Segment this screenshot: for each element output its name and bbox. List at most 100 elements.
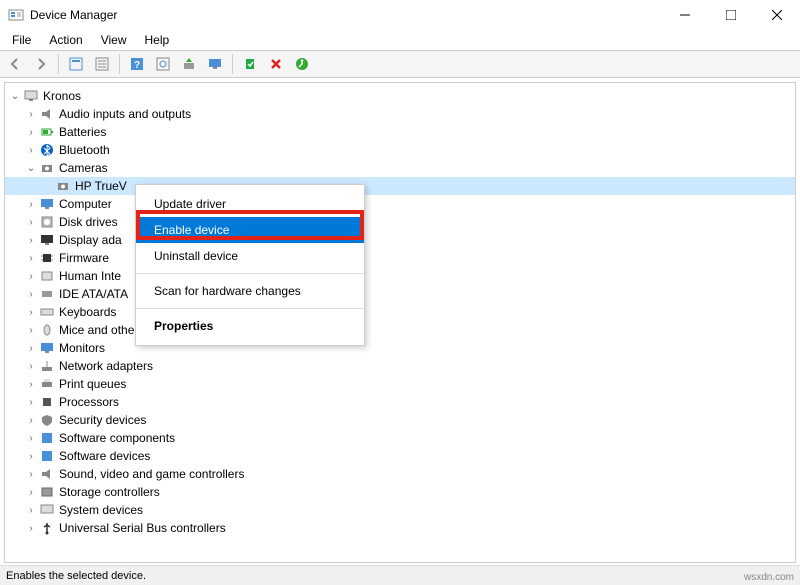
- context-menu-item[interactable]: Properties: [136, 313, 364, 339]
- tree-root-label: Kronos: [43, 89, 81, 103]
- back-button[interactable]: [4, 53, 26, 75]
- menu-action[interactable]: Action: [41, 31, 90, 49]
- tree-category[interactable]: › Software components: [5, 429, 795, 447]
- expand-icon[interactable]: ›: [25, 235, 37, 246]
- tree-category[interactable]: ›Computer: [5, 195, 795, 213]
- app-icon: [8, 7, 24, 23]
- menu-view[interactable]: View: [93, 31, 135, 49]
- tree-category[interactable]: ›Sound, video and game controllers: [5, 465, 795, 483]
- hid-icon: [39, 268, 55, 284]
- tree-category[interactable]: › Universal Serial Bus controllers: [5, 519, 795, 537]
- tree-root[interactable]: ⌄ Kronos: [5, 87, 795, 105]
- expand-icon[interactable]: ›: [25, 379, 37, 390]
- monitor-button[interactable]: [204, 53, 226, 75]
- tree-category[interactable]: ›Audio inputs and outputs: [5, 105, 795, 123]
- tree-category-label: System devices: [59, 503, 143, 517]
- tree-category[interactable]: ›IDE ATA/ATA: [5, 285, 795, 303]
- cpu-icon: [39, 394, 55, 410]
- tree-category[interactable]: ⌄Cameras: [5, 159, 795, 177]
- tree-category[interactable]: ›Print queues: [5, 375, 795, 393]
- expand-icon[interactable]: ›: [25, 469, 37, 480]
- tree-category-label: Human Inte: [59, 269, 121, 283]
- tree-category-label: Network adapters: [59, 359, 153, 373]
- expand-icon[interactable]: ›: [25, 271, 37, 282]
- menu-file[interactable]: File: [4, 31, 39, 49]
- device-tree[interactable]: ⌄ Kronos ›Audio inputs and outputs›Batte…: [4, 82, 796, 563]
- tree-category[interactable]: › Keyboards: [5, 303, 795, 321]
- tree-category-label: Storage controllers: [59, 485, 160, 499]
- ide-icon: [39, 286, 55, 302]
- show-hidden-button[interactable]: [65, 53, 87, 75]
- printer-icon: [39, 376, 55, 392]
- usb-icon: [39, 520, 55, 536]
- properties-button[interactable]: [91, 53, 113, 75]
- tree-category[interactable]: › Batteries: [5, 123, 795, 141]
- tree-category[interactable]: ›Software devices: [5, 447, 795, 465]
- tree-category-label: Firmware: [59, 251, 109, 265]
- toolbar-separator: [58, 54, 59, 74]
- tree-category-label: Batteries: [59, 125, 106, 139]
- expand-icon[interactable]: ›: [25, 505, 37, 516]
- toolbar: ?: [0, 50, 800, 78]
- scan-button[interactable]: [152, 53, 174, 75]
- svg-text:?: ?: [134, 60, 140, 71]
- expand-icon[interactable]: ›: [25, 397, 37, 408]
- expand-icon[interactable]: ›: [25, 253, 37, 264]
- expand-icon[interactable]: ›: [25, 325, 37, 336]
- expand-icon[interactable]: ›: [25, 433, 37, 444]
- tree-category-label: Monitors: [59, 341, 105, 355]
- help-button[interactable]: ?: [126, 53, 148, 75]
- expand-icon[interactable]: ›: [25, 415, 37, 426]
- tree-device[interactable]: HP TrueV: [5, 177, 795, 195]
- tree-category[interactable]: › Monitors: [5, 339, 795, 357]
- tree-category-label: Display ada: [59, 233, 122, 247]
- uninstall-button[interactable]: [265, 53, 287, 75]
- context-menu-item[interactable]: Uninstall device: [136, 243, 364, 269]
- tree-category-label: Universal Serial Bus controllers: [59, 521, 226, 535]
- expand-icon[interactable]: ›: [25, 199, 37, 210]
- tree-category[interactable]: ›Security devices: [5, 411, 795, 429]
- tree-category-label: Keyboards: [59, 305, 116, 319]
- expand-icon[interactable]: ›: [25, 145, 37, 156]
- close-button[interactable]: [754, 0, 800, 30]
- software-icon: [39, 448, 55, 464]
- window-title: Device Manager: [30, 8, 662, 22]
- maximize-button[interactable]: [708, 0, 754, 30]
- expand-icon[interactable]: ›: [25, 217, 37, 228]
- minimize-button[interactable]: [662, 0, 708, 30]
- forward-button[interactable]: [30, 53, 52, 75]
- expand-icon[interactable]: ›: [25, 361, 37, 372]
- expand-icon[interactable]: ›: [25, 109, 37, 120]
- tree-category[interactable]: › Human Inte: [5, 267, 795, 285]
- expand-icon[interactable]: ›: [25, 307, 37, 318]
- context-menu-item[interactable]: Enable device: [136, 217, 364, 243]
- expand-icon[interactable]: ›: [25, 289, 37, 300]
- tree-category[interactable]: ›Bluetooth: [5, 141, 795, 159]
- expand-icon[interactable]: ›: [25, 487, 37, 498]
- speaker-icon: [39, 106, 55, 122]
- tree-category[interactable]: › System devices: [5, 501, 795, 519]
- tree-category[interactable]: › Firmware: [5, 249, 795, 267]
- tree-category[interactable]: › Storage controllers: [5, 483, 795, 501]
- tree-category[interactable]: ›Mice and other pointing devices: [5, 321, 795, 339]
- collapse-icon[interactable]: ⌄: [9, 91, 21, 102]
- expand-icon[interactable]: ›: [25, 523, 37, 534]
- computer-icon: [23, 88, 39, 104]
- tree-category[interactable]: › Network adapters: [5, 357, 795, 375]
- expand-icon[interactable]: ›: [25, 343, 37, 354]
- tree-category[interactable]: › Display ada: [5, 231, 795, 249]
- disk-icon: [39, 214, 55, 230]
- expand-icon[interactable]: ⌄: [25, 163, 37, 174]
- context-menu-item[interactable]: Update driver: [136, 191, 364, 217]
- enable-button[interactable]: [239, 53, 261, 75]
- context-menu-item[interactable]: Scan for hardware changes: [136, 278, 364, 304]
- tree-category[interactable]: ›Processors: [5, 393, 795, 411]
- expand-icon[interactable]: ›: [25, 451, 37, 462]
- tree-category[interactable]: ›Disk drives: [5, 213, 795, 231]
- menu-help[interactable]: Help: [137, 31, 178, 49]
- tree-category-label: Software components: [59, 431, 175, 445]
- update-driver-button[interactable]: [178, 53, 200, 75]
- security-icon: [39, 412, 55, 428]
- expand-icon[interactable]: ›: [25, 127, 37, 138]
- refresh-button[interactable]: [291, 53, 313, 75]
